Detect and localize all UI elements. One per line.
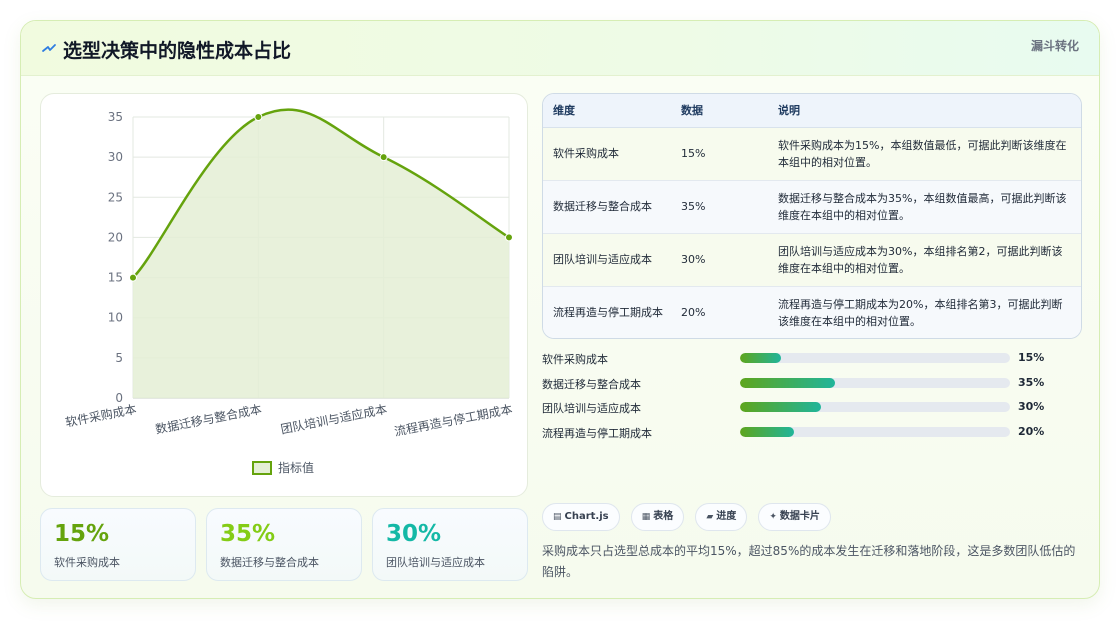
y-tick-label: 10 [108, 311, 123, 325]
table-cell: 数据迁移与整合成本 [543, 179, 671, 233]
progress-label: 团队培训与适应成本 [542, 402, 641, 416]
area-chart: 0 5 10 15 20 25 30 35 软件采购成本 数据迁移与整合成本 团队培训与适应成本 流程… [64, 108, 514, 475]
progress-track [740, 402, 1010, 413]
data-point [254, 113, 263, 121]
progress-row: 团队培训与适应成本 30% [542, 397, 1082, 422]
progress-label: 软件采购成本 [542, 353, 608, 366]
y-tick-label: 5 [115, 351, 123, 365]
table-header-row: 维度 数据 说明 [543, 94, 1081, 128]
tag-table[interactable]: ▦ 表格 [630, 503, 685, 531]
stat-value: 30% [386, 521, 442, 547]
table-cell: 数据迁移与整合成本为35%，本组数值最高，可据此判断该维度在本组中的相对位置。 [768, 179, 1081, 233]
progress-label: 流程再造与停工期成本 [542, 426, 652, 440]
column-header-dimension[interactable]: 维度 [543, 94, 671, 128]
progress-fill [740, 402, 821, 413]
y-tick-label: 0 [115, 391, 123, 405]
table-row: 数据迁移与整合成本 35% 数据迁移与整合成本为35%，本组数值最高，可据此判断… [543, 179, 1081, 233]
table-icon: ▦ [641, 512, 651, 522]
legend-label: 指标值 [278, 460, 314, 475]
table-cell: 团队培训与适应成本为30%，本组排名第2，可据此判断该维度在本组中的相对位置。 [768, 232, 1081, 286]
progress-label: 数据迁移与整合成本 [542, 377, 641, 391]
tag-label: 进度 [716, 511, 737, 522]
header-badge: 漏斗转化 [1030, 39, 1079, 53]
tag-label: 数据卡片 [779, 511, 820, 522]
y-tick-label: 35 [108, 110, 123, 124]
progress-icon: ▰ [706, 512, 714, 522]
lightning-icon [42, 44, 56, 52]
progress-value: 15% [1018, 351, 1045, 364]
x-tick-label: 流程再造与停工期成本 [393, 401, 514, 439]
table-row: 软件采购成本 15% 软件采购成本为15%，本组数值最低，可据此判断该维度在本组… [543, 127, 1081, 180]
table-cell: 20% [671, 285, 768, 338]
tag-chartjs[interactable]: ▤ Chart.js [542, 503, 620, 531]
tag-data-card[interactable]: ✦ 数据卡片 [758, 503, 831, 531]
table-row: 团队培训与适应成本 30% 团队培训与适应成本为30%，本组排名第2，可据此判断… [543, 232, 1081, 286]
stat-label: 软件采购成本 [54, 556, 120, 569]
table-cell: 15% [681, 147, 706, 160]
progress-list: 软件采购成本 15% 数据迁移与整合成本 35% 团队培训与适应成本 30% 流… [542, 348, 1082, 446]
tag-label: 表格 [653, 511, 674, 522]
table-row: 流程再造与停工期成本 20% 流程再造与停工期成本为20%，本组排名第3，可据此… [543, 285, 1081, 338]
stat-label: 团队培训与适应成本 [386, 556, 485, 569]
progress-value: 20% [1018, 424, 1045, 438]
chart-panel: 0 5 10 15 20 25 30 35 软件采购成本 数据迁移与整合成本 团队培训与适应成本 流程… [40, 93, 528, 497]
y-tick-label: 15 [108, 271, 123, 285]
tag-progress[interactable]: ▰ 进度 [695, 503, 748, 531]
data-table: 维度 数据 说明 软件采购成本 15% 软件采购成本为15%，本组数值最低，可据… [542, 93, 1082, 339]
stat-label: 数据迁移与整合成本 [220, 556, 319, 569]
tag-label: Chart.js [564, 511, 609, 522]
table-cell: 35% [671, 179, 768, 233]
table-cell: 软件采购成本 [553, 147, 619, 160]
progress-track [740, 377, 1010, 388]
legend-swatch [252, 461, 272, 475]
summary-text: 采购成本只占选型总成本的平均15%，超过85%的成本发生在迁移和落地阶段，这是多… [542, 544, 1076, 579]
sparkle-icon: ✦ [769, 512, 777, 522]
data-point [505, 233, 513, 242]
progress-row: 数据迁移与整合成本 35% [542, 373, 1082, 398]
page-title: 选型决策中的隐性成本占比 [63, 40, 292, 62]
chart-icon: ▤ [553, 512, 562, 522]
progress-track [740, 353, 1010, 363]
x-tick-label: 软件采购成本 [64, 401, 138, 429]
table-cell: 软件采购成本为15%，本组数值最低，可据此判断该维度在本组中的相对位置。 [778, 138, 1067, 169]
stat-value: 15% [54, 521, 110, 547]
progress-fill [740, 426, 794, 437]
tag-list: ▤ Chart.js ▦ 表格 ▰ 进度 ✦ 数据卡片 [542, 503, 837, 531]
stat-card-1: 35% 数据迁移与整合成本 [206, 508, 362, 581]
table-cell: 团队培训与适应成本 [543, 232, 671, 286]
progress-track [740, 426, 1010, 437]
table-cell: 流程再造与停工期成本为20%，本组排名第3，可据此判断该维度在本组中的相对位置。 [768, 285, 1081, 338]
data-point [379, 153, 388, 162]
column-header-description[interactable]: 说明 [768, 94, 1081, 128]
dashboard-card: 选型决策中的隐性成本占比 漏斗转化 0 5 10 15 20 25 30 35 软件采购成本 数据… [20, 20, 1100, 599]
y-tick-label: 30 [108, 150, 123, 164]
progress-value: 35% [1018, 375, 1045, 389]
column-header-data[interactable]: 数据 [671, 94, 768, 128]
stat-value: 35% [220, 521, 276, 547]
x-tick-label: 团队培训与适应成本 [279, 401, 388, 436]
series-area [133, 109, 509, 399]
stat-card-2: 30% 团队培训与适应成本 [372, 508, 528, 581]
table-cell: 30% [671, 232, 768, 286]
x-tick-label: 数据迁移与整合成本 [154, 401, 263, 436]
y-tick-label: 20 [108, 230, 123, 244]
data-point [129, 273, 137, 282]
progress-row: 软件采购成本 15% [542, 348, 1082, 373]
table-cell: 流程再造与停工期成本 [543, 285, 671, 338]
progress-fill [740, 377, 835, 388]
y-tick-label: 25 [108, 190, 123, 204]
stat-card-0: 15% 软件采购成本 [40, 508, 196, 581]
progress-row: 流程再造与停工期成本 20% [542, 422, 1082, 447]
progress-value: 30% [1018, 400, 1045, 414]
progress-fill [740, 353, 781, 363]
card-header: 选型决策中的隐性成本占比 漏斗转化 [21, 21, 1099, 76]
